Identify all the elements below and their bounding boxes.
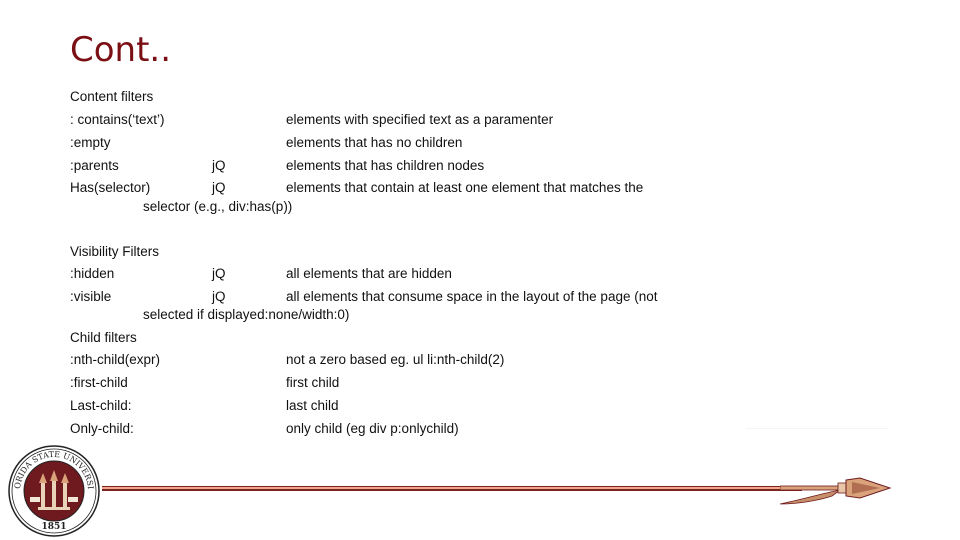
- lib-visible: jQ: [212, 289, 226, 304]
- visibility-filters-heading: Visibility Filters: [70, 244, 160, 259]
- selector-has: Has(selector): [70, 180, 151, 195]
- description-first-child: first child: [286, 375, 340, 390]
- description-has: elements that contain at least one eleme…: [286, 180, 644, 195]
- description-visible-continuation: selected if displayed:none/width:0): [143, 307, 350, 322]
- lib-hidden: jQ: [212, 266, 226, 281]
- child-filters-heading: Child filters: [70, 330, 137, 345]
- description-visible: all elements that consume space in the l…: [286, 289, 658, 304]
- selector-only-child: Only-child:: [70, 421, 134, 436]
- selector-first-child: :first-child: [70, 375, 128, 390]
- description-empty: elements that has no children: [286, 135, 463, 150]
- description-parents: elements that has children nodes: [286, 158, 485, 173]
- content-filters-heading: Content filters: [70, 89, 154, 104]
- description-nth-child: not a zero based eg. ul li:nth-child(2): [286, 352, 505, 367]
- lib-parents: jQ: [212, 158, 226, 173]
- selector-contains: : contains(‘text’): [70, 112, 165, 127]
- description-contains: elements with specified text as a parame…: [286, 112, 554, 127]
- description-only-child: only child (eg div p:onlychild): [286, 421, 459, 436]
- selector-parents: :parents: [70, 158, 119, 173]
- footer-rule: [102, 486, 802, 491]
- description-has-continuation: selector (e.g., div:has(p)): [143, 199, 293, 214]
- faint-divider: [746, 428, 888, 429]
- slide-title: Cont..: [70, 30, 172, 70]
- fsu-seal-logo: FLORIDA STATE UNIVERSITY 1851: [8, 445, 100, 537]
- seal-year: 1851: [41, 522, 66, 532]
- description-last-child: last child: [286, 398, 339, 413]
- description-hidden: all elements that are hidden: [286, 266, 452, 281]
- selector-visible: :visible: [70, 289, 112, 304]
- selector-empty: :empty: [70, 135, 111, 150]
- slide: Cont.. Content filters : contains(‘text’…: [0, 0, 960, 540]
- spear-icon: [780, 477, 892, 505]
- selector-last-child: Last-child:: [70, 398, 132, 413]
- selector-nth-child: :nth-child(expr): [70, 352, 161, 367]
- selector-hidden: :hidden: [70, 266, 115, 281]
- lib-has: jQ: [212, 180, 226, 195]
